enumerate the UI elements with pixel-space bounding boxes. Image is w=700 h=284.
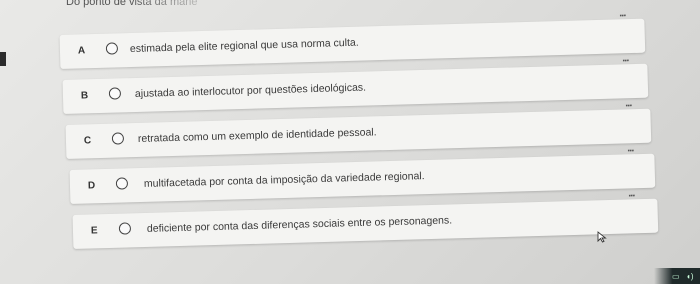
more-options-icon[interactable]: ...	[622, 52, 629, 64]
system-tray: ▭ ◖)	[654, 268, 700, 284]
volume-icon[interactable]: ◖)	[686, 272, 694, 281]
radio-button[interactable]	[111, 132, 125, 145]
option-letter: A	[77, 45, 86, 57]
chat-icon[interactable]: ▭	[672, 272, 680, 281]
option-text: deficiente por conta das diferenças soci…	[146, 214, 453, 235]
more-options-icon[interactable]: ...	[627, 142, 634, 154]
answer-options-list: A estimada pela elite regional que usa n…	[0, 0, 700, 284]
option-letter: E	[90, 225, 98, 237]
more-options-icon[interactable]: ...	[619, 7, 626, 19]
radio-button[interactable]	[108, 87, 122, 100]
radio-button[interactable]	[105, 42, 119, 55]
option-letter: B	[80, 90, 89, 102]
radio-button[interactable]	[118, 222, 132, 235]
radio-button[interactable]	[115, 177, 129, 190]
option-c[interactable]: C retratada como um exemplo de identidad…	[65, 97, 652, 159]
option-text: estimada pela elite regional que usa nor…	[129, 36, 359, 56]
option-text: retratada como um exemplo de identidade …	[137, 126, 377, 145]
option-a[interactable]: A estimada pela elite regional que usa n…	[59, 7, 646, 69]
option-letter: D	[87, 180, 96, 192]
more-options-icon[interactable]: ...	[625, 97, 632, 109]
mouse-pointer-icon	[597, 231, 607, 243]
option-e[interactable]: E deficiente por conta das diferenças so…	[72, 187, 659, 249]
option-letter: C	[83, 135, 92, 147]
option-d[interactable]: D multifacetada por conta da imposição d…	[69, 142, 656, 204]
more-options-icon[interactable]: ...	[628, 187, 635, 199]
option-text: multifacetada por conta da imposição da …	[143, 170, 425, 190]
option-b[interactable]: B ajustada ao interlocutor por questões …	[62, 52, 649, 114]
option-text: ajustada ao interlocutor por questões id…	[134, 81, 367, 100]
